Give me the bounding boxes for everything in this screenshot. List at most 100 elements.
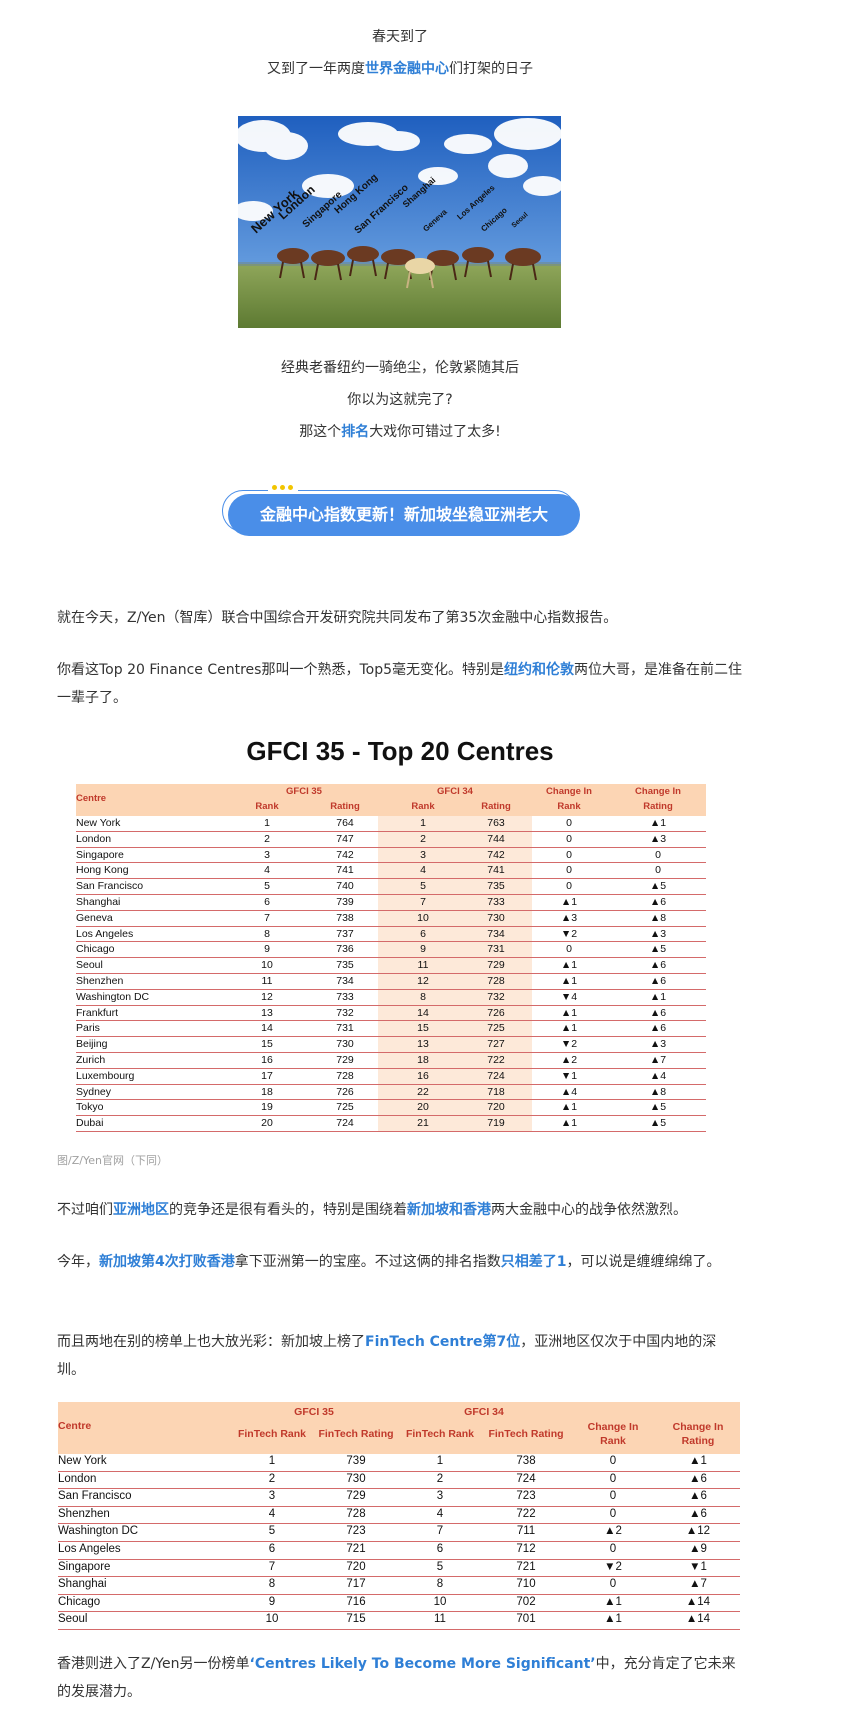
table-cell: 730 [346, 1472, 366, 1485]
table-row: San Francisco 5 740 5 735 0 ▲5 [76, 879, 706, 895]
table-row: Chicago 9 736 9 731 0 ▲5 [76, 942, 706, 959]
table-cell: ▲1 [560, 896, 578, 908]
column-header: FinTech Rating [318, 1428, 394, 1440]
centre-name: Shanghai [58, 1578, 107, 1591]
gfci-top20-table: GFCI 35 GFCI 34 Change In Change In Centre Ra… [76, 784, 706, 1134]
table-cell: ▲1 [689, 1455, 707, 1467]
table-cell: ▲6 [649, 1006, 667, 1019]
text-line: 你以为这就完了? [347, 392, 453, 408]
table-cell: 738 [516, 1455, 536, 1467]
table-row: Luxembourg 17 728 16 724 ▼1 ▲4 [76, 1069, 706, 1085]
centre-name: Seoul [58, 1613, 88, 1626]
table-cell: 724 [336, 1117, 354, 1130]
table-cell: 0 [566, 817, 572, 829]
table-cell: 2 [268, 1472, 276, 1485]
table-cell: ▼1 [560, 1069, 578, 1082]
table-cell: ▲1 [560, 959, 578, 972]
group-header: GFCI 34 [437, 786, 473, 797]
table-cell: 740 [336, 880, 354, 893]
table-cell: ▲4 [560, 1085, 578, 1098]
table-row: Sydney 18 726 22 718 ▲4 ▲8 [76, 1085, 706, 1101]
table-cell: ▲5 [649, 943, 667, 956]
centre-name: Luxembourg [76, 1069, 135, 1082]
table-cell: 737 [336, 927, 354, 940]
table-cell: 723 [516, 1490, 536, 1503]
table-cell: 2 [420, 832, 426, 845]
table-cell: 1 [268, 1455, 276, 1467]
centre-name: Zurich [76, 1054, 106, 1066]
table-cell: 720 [487, 1101, 505, 1114]
table-cell: ▲14 [685, 1613, 711, 1626]
intro-line-2: 又到了一年两度世界金融中心们打架的日子 [0, 59, 800, 79]
table-cell: 728 [336, 1069, 354, 1082]
table-cell: 12 [417, 975, 429, 987]
table-cell: 8 [268, 1578, 276, 1591]
centre-name: Paris [76, 1022, 100, 1035]
centre-name: Frankfurt [76, 1006, 119, 1019]
table-cell: 4 [436, 1507, 444, 1520]
highlight-text: 新加坡第4次打败香港 [99, 1254, 235, 1270]
table-cell: 729 [487, 959, 505, 972]
table-row: Seoul 10 735 11 729 ▲1 ▲6 [76, 958, 706, 974]
highlight-text: ‘Centres Likely To Become More Significa… [249, 1656, 596, 1672]
table-cell: 7 [420, 896, 426, 908]
table-cell: 1 [264, 817, 270, 829]
table-cell: 729 [346, 1490, 366, 1503]
table-cell: 0 [655, 848, 661, 861]
table-cell: ▲6 [689, 1472, 707, 1485]
table-cell: ▲1 [560, 1101, 578, 1114]
column-header: Rank [255, 801, 279, 812]
table-row: Washington DC 12 733 8 732 ▼4 ▲1 [76, 990, 706, 1006]
table-cell: 3 [264, 848, 270, 861]
table-cell: 731 [487, 943, 505, 956]
table-cell: 6 [264, 896, 270, 908]
table-cell: 719 [487, 1117, 505, 1130]
table-cell: ▲9 [689, 1543, 707, 1555]
table-cell: 7 [264, 911, 270, 924]
table-cell: 720 [346, 1560, 366, 1573]
table-cell: 1 [436, 1455, 444, 1467]
table-cell: ▲7 [689, 1578, 707, 1591]
table-cell: 5 [420, 880, 426, 893]
centre-name: Washington DC [76, 990, 150, 1003]
table-cell: ▲5 [649, 1117, 667, 1130]
table-cell: 16 [417, 1069, 429, 1082]
text: 两大金融中心的战争依然激烈。 [491, 1202, 687, 1218]
centre-name: New York [58, 1455, 107, 1467]
table-cell: 734 [487, 927, 505, 940]
table-cell: ▲6 [689, 1490, 707, 1503]
table-cell: 1 [420, 817, 426, 829]
table-cell: 15 [261, 1038, 273, 1051]
centre-name: Chicago [76, 943, 115, 956]
paragraph: 就在今天，Z/Yen（智库）联合中国综合开发研究院共同发布了第35次金融中心指数… [57, 610, 618, 626]
table-row: Tokyo 19 725 20 720 ▲1 ▲5 [76, 1100, 706, 1117]
text: 大戏你可错过了太多! [369, 424, 501, 440]
highlight-text: 新加坡和香港 [407, 1202, 491, 1218]
table-cell: 724 [487, 1069, 505, 1082]
table-cell: 730 [336, 1038, 354, 1051]
table-row: San Francisco 3 729 3 723 0 ▲6 [58, 1489, 740, 1507]
group-header: GFCI 35 [286, 786, 322, 797]
table-cell: 735 [336, 959, 354, 972]
table-cell: 721 [346, 1543, 366, 1555]
table-cell: 732 [487, 990, 505, 1003]
centre-name: Shanghai [76, 896, 121, 908]
table-cell: 20 [261, 1117, 273, 1130]
table-cell: 722 [487, 1054, 505, 1066]
table-cell: 7 [436, 1525, 444, 1538]
centre-name: Chicago [58, 1595, 101, 1608]
table-cell: 715 [346, 1613, 366, 1626]
table-cell: 729 [336, 1054, 354, 1066]
table-cell: 731 [336, 1022, 354, 1035]
table-cell: ▲6 [649, 975, 667, 987]
table-row: Beijing 15 730 13 727 ▼2 ▲3 [76, 1037, 706, 1053]
table-cell: 6 [420, 927, 426, 940]
text: 那这个 [299, 424, 342, 440]
table-cell: ▲1 [560, 1117, 578, 1130]
table-cell: 701 [516, 1613, 536, 1626]
table-cell: 734 [336, 975, 354, 987]
centre-name: Singapore [76, 848, 124, 861]
table-row: Singapore 3 742 3 742 0 0 [76, 848, 706, 864]
table-cell: 0 [566, 880, 572, 893]
table-cell: ▲6 [649, 1022, 667, 1035]
